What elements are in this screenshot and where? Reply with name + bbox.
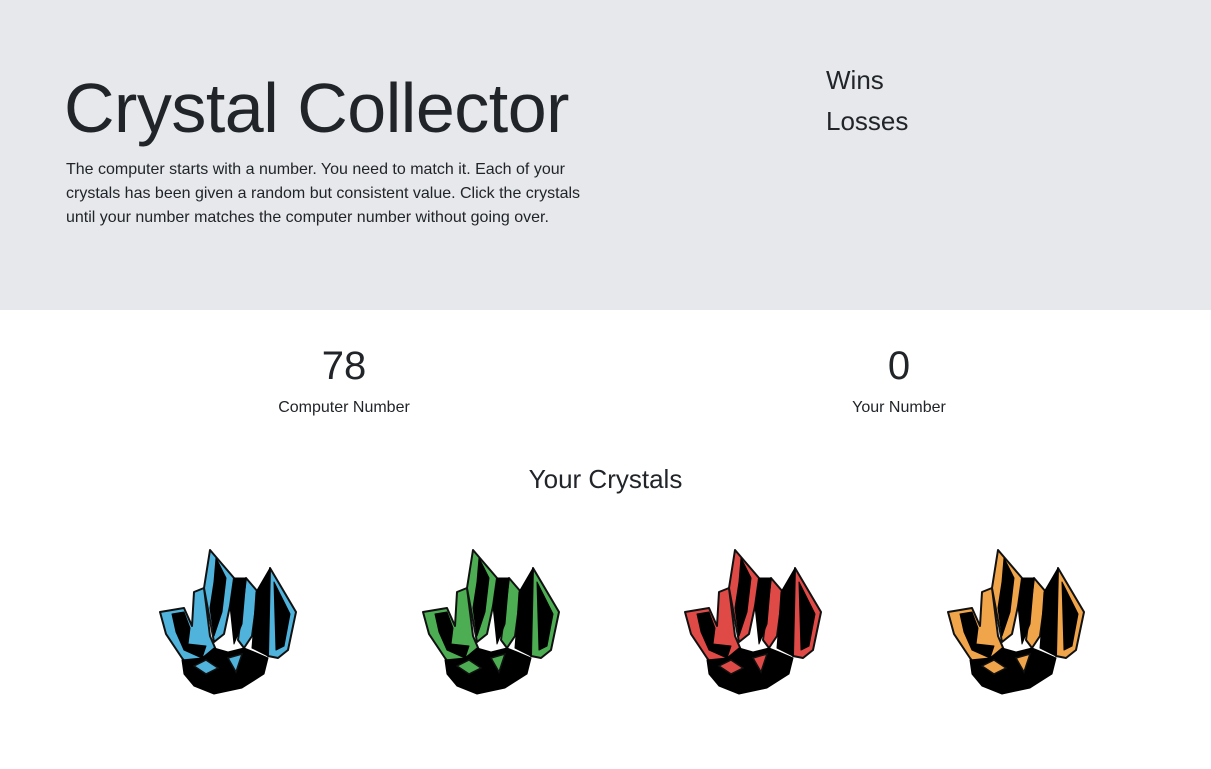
blue-crystal-button[interactable]: [158, 548, 298, 698]
red-crystal-button[interactable]: [683, 548, 823, 698]
header-jumbotron: Crystal Collector The computer starts wi…: [0, 0, 1211, 310]
green-crystal-icon: [422, 549, 560, 695]
orange-crystal-icon: [947, 549, 1085, 695]
green-crystal-button[interactable]: [421, 548, 561, 698]
your-number-panel: 0 Your Number: [749, 342, 1049, 418]
red-crystal-icon: [684, 549, 822, 695]
crystals-heading: Your Crystals: [528, 464, 683, 494]
computer-number-panel: 78 Computer Number: [194, 342, 494, 418]
game-instructions: The computer starts with a number. You n…: [66, 161, 581, 226]
your-number-label: Your Number: [852, 399, 946, 416]
page-title: Crystal Collector: [64, 69, 569, 147]
wins-label: Wins: [826, 65, 884, 95]
orange-crystal-button[interactable]: [946, 548, 1086, 698]
losses-label: Losses: [826, 106, 909, 136]
blue-crystal-icon: [159, 549, 297, 695]
computer-number-value: 78: [321, 344, 367, 388]
computer-number-label: Computer Number: [278, 399, 410, 416]
your-number-value: 0: [887, 344, 911, 388]
